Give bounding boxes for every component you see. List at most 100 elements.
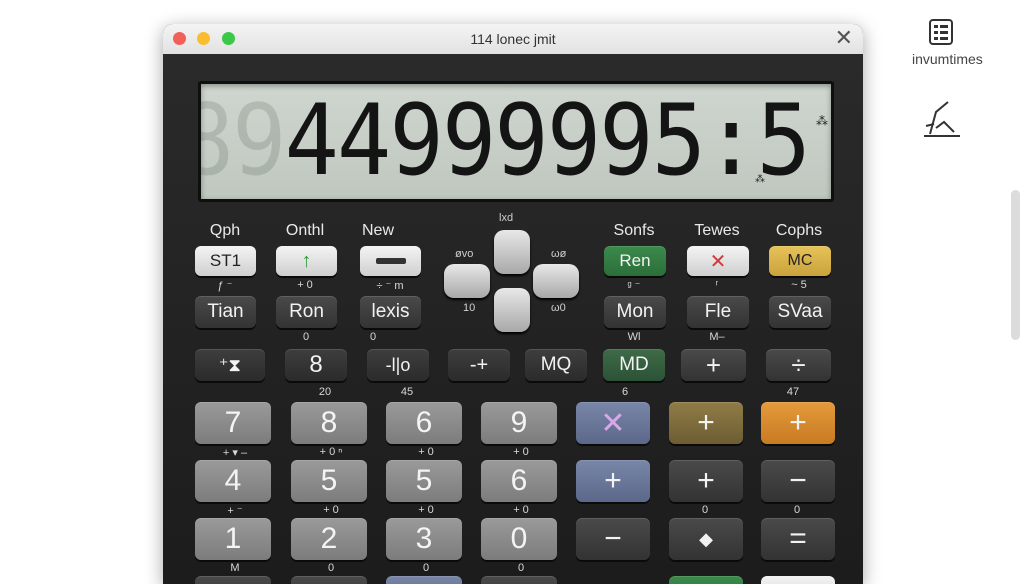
dpad-bottom-right-label: ω0 [551, 302, 566, 314]
divide-key[interactable]: ÷ [766, 349, 831, 381]
plus-key-orange[interactable]: + [761, 402, 835, 444]
label-onthl: Onthl [285, 222, 325, 239]
plus-minus-key[interactable]: -+ [448, 349, 510, 381]
display-digits: 888944999995:5 [201, 84, 811, 198]
bottom-row-key-2[interactable] [291, 576, 367, 584]
sublabel-r1-3: ÷ ⁻ m [376, 280, 404, 292]
key-5b[interactable]: 5 [386, 460, 462, 502]
dpad-up-button[interactable] [494, 230, 530, 274]
sublabel-r4-2: + 0 ⁿ [319, 446, 343, 458]
sublabel-r5-6: 0 [793, 504, 801, 516]
display-annunciator-bottom: ⁂ [755, 174, 765, 185]
up-arrow-key[interactable]: ↑ [276, 246, 337, 276]
plus-key-r3[interactable]: + [681, 349, 746, 381]
calculator-body: 888944999995:5 ⁂ ⁂ Qph Onthl New Sonfs T… [163, 54, 863, 584]
plus-key-dark[interactable]: + [669, 460, 743, 502]
timer-key[interactable]: ⁺⧗ [195, 349, 265, 381]
minus-key-r5[interactable]: − [761, 460, 835, 502]
dpad-bottom-left-label: 10 [463, 302, 476, 314]
fle-key[interactable]: Fle [687, 296, 749, 328]
dpad-left-label: øvo [455, 248, 474, 260]
dpad-down-button[interactable] [494, 288, 530, 332]
key-6b[interactable]: 6 [481, 460, 557, 502]
calculator-window: 114 lonec jmit ✕ 888944999995:5 ⁂ ⁂ Qph … [163, 24, 863, 584]
key-0[interactable]: 0 [481, 518, 557, 560]
lexis-key[interactable]: lexis [360, 296, 421, 328]
svaa-key[interactable]: SVaa [769, 296, 831, 328]
equals-key[interactable]: = [761, 518, 835, 560]
sublabel-r5-1: + ⁻ [227, 505, 243, 517]
graph-sketch-icon[interactable] [920, 98, 964, 147]
sublabel-r3-1: 20 [318, 386, 332, 398]
sublabel-r5-2: + 0 [323, 504, 339, 516]
sublabel-r5-3: + 0 [418, 504, 434, 516]
sublabel-r6-4: 0 [517, 562, 525, 574]
sublabel-r1-2: + 0 [297, 279, 313, 291]
display-ghost-digits: 8889 [201, 84, 286, 198]
key-2[interactable]: 2 [291, 518, 367, 560]
document-list-icon[interactable] [928, 18, 954, 51]
label-tewes: Tewes [694, 222, 740, 239]
label-qph: Qph [209, 222, 241, 239]
dpad-right-button[interactable] [533, 264, 579, 298]
bottom-row-key-4[interactable] [481, 576, 557, 584]
sublabel-r1-6: ~ 5 [791, 279, 807, 291]
minus-bar-key[interactable] [360, 246, 421, 276]
display-value: 44999995:5 [284, 84, 811, 198]
md-key[interactable]: MD [603, 349, 665, 381]
dpad-right-label: ωø [551, 248, 567, 260]
window-title: 114 lonec jmit [470, 31, 556, 47]
key-4[interactable]: 4 [195, 460, 271, 502]
key-3[interactable]: 3 [386, 518, 462, 560]
bottom-row-key-5[interactable] [669, 576, 743, 584]
mon-key[interactable]: Mon [604, 296, 666, 328]
sublabel-r3-3: 6 [621, 386, 629, 398]
eight-small-key[interactable]: 8 [285, 349, 347, 381]
title-bar: 114 lonec jmit ✕ [163, 24, 863, 55]
plus-key-blue[interactable]: + [576, 460, 650, 502]
key-9[interactable]: 9 [481, 402, 557, 444]
sublabel-r2-3: 0 [369, 331, 377, 343]
sublabel-r4-3: + 0 [418, 446, 434, 458]
bottom-row-key-1[interactable] [195, 576, 271, 584]
bottom-row-key-3[interactable] [386, 576, 462, 584]
tian-key[interactable]: Tian [195, 296, 256, 328]
diamond-key[interactable]: ◆ [669, 518, 743, 560]
sublabel-r4-4: + 0 [513, 446, 529, 458]
sublabel-r2-2: 0 [302, 331, 310, 343]
sublabel-r2-4: Wl [627, 331, 641, 343]
ron-key[interactable]: Ron [276, 296, 337, 328]
sublabel-r3-2: 45 [400, 386, 414, 398]
sublabel-r1-5: ʳ [715, 279, 719, 291]
sublabel-r4-1: + ▾ – [222, 447, 248, 459]
sublabel-r1-4: ᵍ ⁻ [627, 280, 641, 292]
close-icon[interactable]: ✕ [835, 27, 853, 49]
key-7[interactable]: 7 [195, 402, 271, 444]
key-8[interactable]: 8 [291, 402, 367, 444]
bottom-row-key-6[interactable] [761, 576, 835, 584]
clear-x-key[interactable]: ✕ [687, 246, 749, 276]
display-annunciator-top: ⁂ [816, 114, 828, 128]
side-panel-label: invumtimes [912, 51, 983, 67]
ren-key[interactable]: Ren [604, 246, 666, 276]
mc-key[interactable]: MC [769, 246, 831, 276]
label-new: New [361, 222, 394, 239]
lcd-display: 888944999995:5 ⁂ ⁂ [198, 81, 834, 202]
dpad-left-button[interactable] [444, 264, 490, 298]
label-sonfs: Sonfs [613, 222, 655, 239]
key-6a[interactable]: 6 [386, 402, 462, 444]
sublabel-r5-4: + 0 [513, 504, 529, 516]
key-5a[interactable]: 5 [291, 460, 367, 502]
st1-key[interactable]: ST1 [195, 246, 256, 276]
minus-key-r6[interactable]: − [576, 518, 650, 560]
mq-key[interactable]: MQ [525, 349, 587, 381]
bar-icon [375, 258, 406, 264]
scrollbar[interactable] [1011, 190, 1020, 340]
sublabel-r5-5: 0 [701, 504, 709, 516]
sublabel-r1-1: ƒ ⁻ [217, 280, 233, 292]
key-1[interactable]: 1 [195, 518, 271, 560]
hlo-key[interactable]: -l|o [367, 349, 429, 381]
plus-key-olive[interactable]: + [669, 402, 743, 444]
sublabel-r6-3: 0 [422, 562, 430, 574]
multiply-key[interactable]: ✕ [576, 402, 650, 444]
